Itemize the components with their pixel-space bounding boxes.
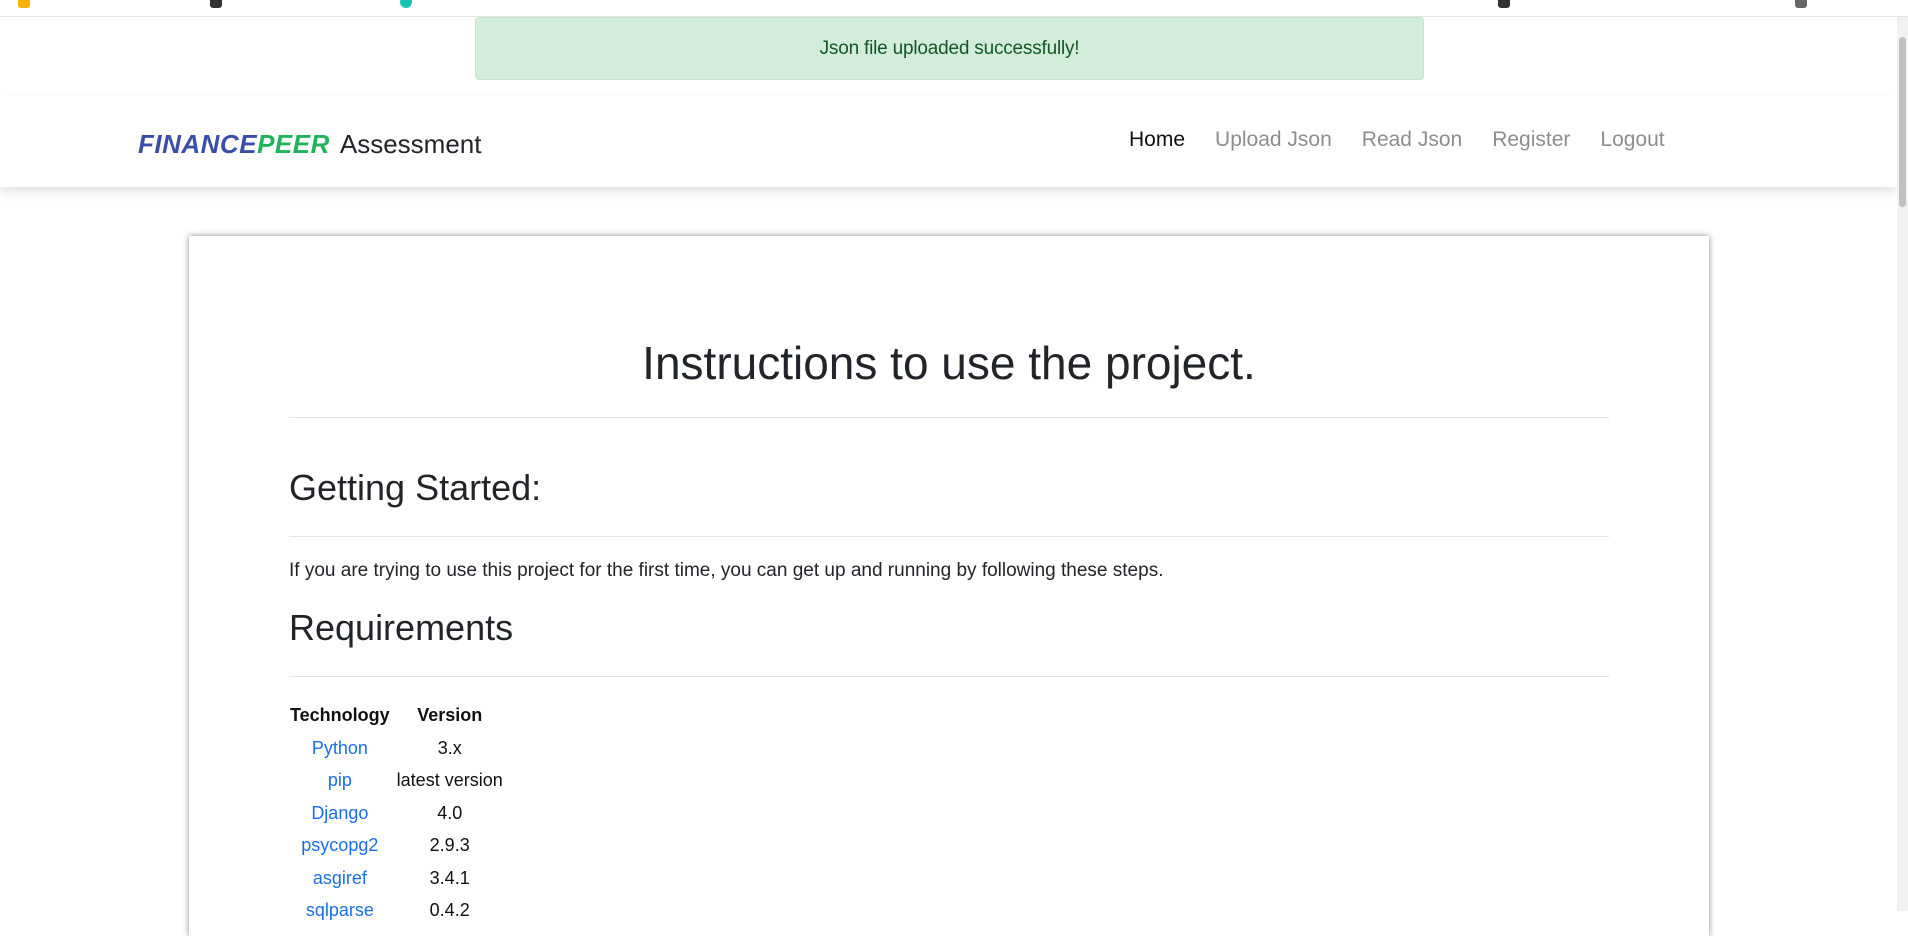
folder-icon: [1795, 0, 1807, 8]
bookmark-icon: [1498, 0, 1510, 8]
getting-started-heading: Getting Started:: [289, 467, 542, 508]
table-row: psycopg2 2.9.3: [289, 830, 509, 863]
bookmark-icon: [400, 0, 412, 8]
version-cell: 3.x: [437, 737, 462, 758]
requirements-heading: Requirements: [289, 607, 514, 648]
bookmark-item[interactable]: [18, 0, 36, 8]
tech-link-psycopg2[interactable]: psycopg2: [301, 835, 378, 855]
getting-started-divider: [289, 536, 1609, 537]
apps-icon: [18, 0, 30, 8]
version-cell: 3.4.1: [429, 867, 470, 888]
table-row: asgiref 3.4.1: [289, 862, 509, 895]
table-row: Django 4.0: [289, 797, 509, 830]
brand-subtitle: Assessment: [339, 129, 482, 159]
requirements-divider: [289, 676, 1609, 677]
table-header-row: Technology Version: [289, 699, 509, 732]
instructions-card: Instructions to use the project. Getting…: [189, 236, 1709, 936]
brand-finance-text: FINANCE: [138, 129, 258, 159]
requirements-table: Technology Version Python 3.x pip latest…: [289, 699, 509, 927]
nav-register-link[interactable]: Register: [1477, 128, 1585, 152]
column-header-technology: Technology: [290, 705, 390, 725]
brand-peer-text: PEER: [257, 129, 330, 159]
bookmark-item[interactable]: [400, 0, 418, 8]
getting-started-text: If you are trying to use this project fo…: [289, 560, 1164, 581]
bookmark-item[interactable]: [1795, 0, 1813, 8]
table-row: Python 3.x: [289, 732, 509, 765]
nav-home-link[interactable]: Home: [1114, 128, 1200, 152]
version-cell: 2.9.3: [429, 835, 470, 856]
nav-logout-link[interactable]: Logout: [1585, 128, 1679, 152]
alert-message: Json file uploaded successfully!: [819, 37, 1080, 59]
bookmarks-bar: [0, 0, 1908, 17]
nav-links: Home Upload Json Read Json Register Logo…: [1114, 128, 1680, 152]
table-row: pip latest version: [289, 765, 509, 798]
bookmark-icon: [210, 0, 222, 8]
tech-link-asgiref[interactable]: asgiref: [313, 868, 367, 888]
scrollbar-thumb[interactable]: [1899, 37, 1906, 207]
brand-logo[interactable]: FINANCEPEER Assessment: [138, 129, 481, 160]
page-title: Instructions to use the project.: [642, 337, 1256, 389]
version-cell: latest version: [396, 770, 503, 791]
title-divider: [289, 417, 1609, 418]
bookmark-item[interactable]: [210, 0, 228, 8]
column-header-version: Version: [417, 705, 483, 725]
version-cell: 4.0: [437, 802, 463, 823]
page-scrollbar[interactable]: [1897, 17, 1908, 911]
nav-upload-json-link[interactable]: Upload Json: [1200, 128, 1347, 152]
tech-link-django[interactable]: Django: [311, 803, 368, 823]
navbar: FINANCEPEER Assessment Home Upload Json R…: [0, 96, 1897, 187]
tech-link-python[interactable]: Python: [312, 738, 368, 758]
tech-link-pip[interactable]: pip: [328, 770, 352, 790]
bookmark-item[interactable]: [1498, 0, 1516, 8]
tech-link-sqlparse[interactable]: sqlparse: [306, 900, 374, 920]
success-alert: Json file uploaded successfully!: [475, 17, 1424, 80]
nav-read-json-link[interactable]: Read Json: [1347, 128, 1477, 152]
